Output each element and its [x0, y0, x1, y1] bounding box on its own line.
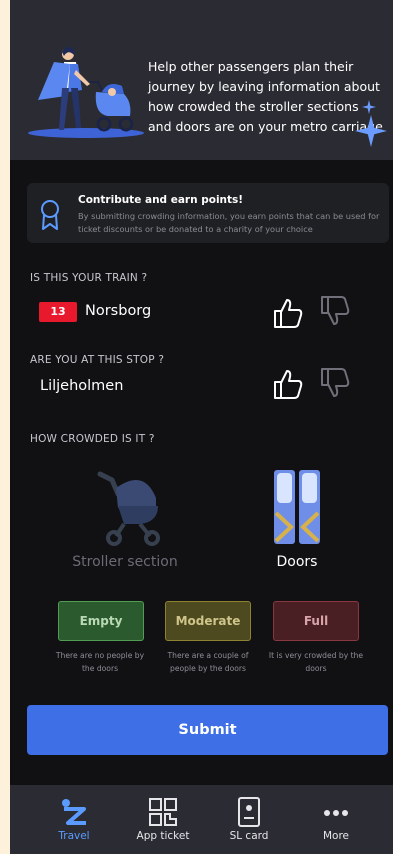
nav-more-label: More [322, 830, 350, 842]
stroller-parent-illustration [28, 46, 144, 138]
stop-name: Liljeholmen [40, 378, 124, 394]
train-thumbs-up-button[interactable] [273, 297, 303, 329]
train-thumbs-down-button[interactable] [320, 295, 350, 327]
full-description: It is very crowded by the doors [268, 651, 364, 673]
contribute-title: Contribute and earn points! [78, 194, 244, 206]
nav-sl-card[interactable]: SL card [209, 785, 289, 854]
sparkle-large-icon [355, 115, 387, 147]
qr-ticket-icon [149, 798, 177, 826]
nav-app-ticket[interactable]: App ticket [123, 785, 203, 854]
more-dots-icon [324, 810, 348, 816]
stroller-section-label: Stroller section [72, 554, 178, 570]
doors-label: Doors [276, 554, 318, 570]
stroller-icon [97, 471, 160, 546]
contribute-card: Contribute and earn points! By submittin… [27, 183, 389, 243]
moderate-button[interactable]: Moderate [165, 601, 251, 641]
moderate-description: There are a couple of people by the door… [167, 651, 249, 673]
submit-button[interactable]: Submit [27, 705, 388, 755]
stop-thumbs-up-button[interactable] [273, 368, 303, 400]
line-badge: 13 [39, 302, 77, 322]
train-destination: Norsborg [85, 303, 152, 319]
nav-travel-label: Travel [58, 830, 90, 842]
sl-card-icon [238, 797, 260, 827]
empty-description: There are no people by the doors [55, 651, 145, 673]
info-header: Help other passengers plan their journey… [10, 0, 393, 160]
contribute-description: By submitting crowding information, you … [78, 211, 380, 234]
header-message: Help other passengers plan their journey… [148, 59, 383, 134]
doors-icon [274, 470, 320, 544]
train-question-label: IS THIS YOUR TRAIN ? [30, 272, 148, 284]
nav-sl-card-label: SL card [229, 830, 269, 842]
empty-button[interactable]: Empty [58, 601, 144, 641]
stop-thumbs-down-button[interactable] [320, 367, 350, 399]
crowding-question-label: HOW CROWDED IS IT ? [30, 433, 155, 445]
stop-question-label: ARE YOU AT THIS STOP ? [30, 354, 165, 366]
sparkle-small-icon [362, 100, 376, 114]
travel-icon [62, 799, 86, 825]
full-button[interactable]: Full [273, 601, 359, 641]
bottom-nav: Travel App ticket SL card More [10, 785, 393, 854]
nav-travel[interactable]: Travel [34, 785, 114, 854]
screen: Help other passengers plan their journey… [10, 0, 393, 854]
nav-app-ticket-label: App ticket [136, 830, 190, 842]
nav-more[interactable]: More [296, 785, 376, 854]
medal-icon [41, 200, 59, 230]
